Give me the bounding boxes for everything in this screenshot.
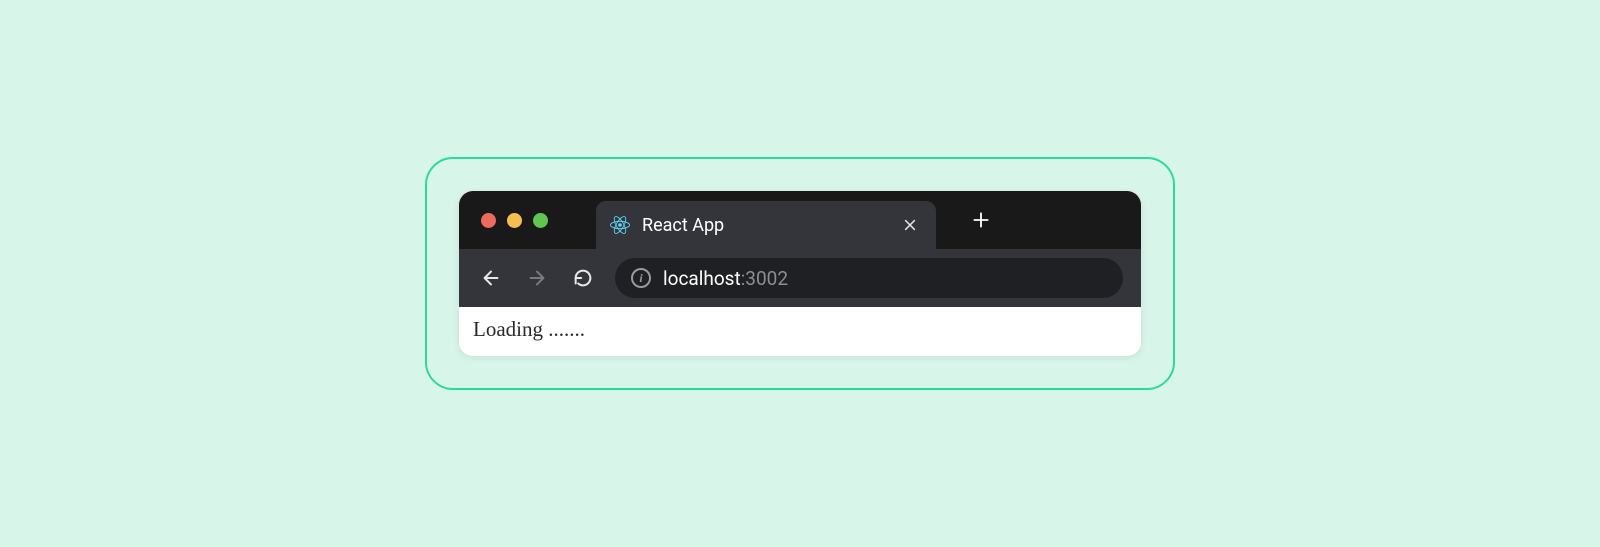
window-close-button[interactable] xyxy=(481,213,496,228)
reload-button[interactable] xyxy=(569,264,597,292)
site-info-icon[interactable]: i xyxy=(631,268,651,288)
traffic-lights xyxy=(481,213,548,228)
page-content: Loading ....... xyxy=(459,307,1141,356)
tab-title: React App xyxy=(642,215,888,236)
window-maximize-button[interactable] xyxy=(533,213,548,228)
window-minimize-button[interactable] xyxy=(507,213,522,228)
new-tab-button[interactable] xyxy=(966,205,996,235)
browser-window: React App xyxy=(459,191,1141,356)
react-icon xyxy=(610,215,630,235)
loading-text: Loading ....... xyxy=(473,317,585,341)
url-port: :3002 xyxy=(741,267,788,290)
toolbar: i localhost:3002 xyxy=(459,249,1141,307)
url-host: localhost xyxy=(663,267,741,290)
url-text: localhost:3002 xyxy=(663,267,788,290)
outer-frame: React App xyxy=(425,157,1175,390)
browser-tab[interactable]: React App xyxy=(596,201,936,249)
forward-button[interactable] xyxy=(523,264,551,292)
titlebar: React App xyxy=(459,191,1141,249)
back-button[interactable] xyxy=(477,264,505,292)
close-tab-icon[interactable] xyxy=(900,215,920,235)
address-bar[interactable]: i localhost:3002 xyxy=(615,258,1123,298)
